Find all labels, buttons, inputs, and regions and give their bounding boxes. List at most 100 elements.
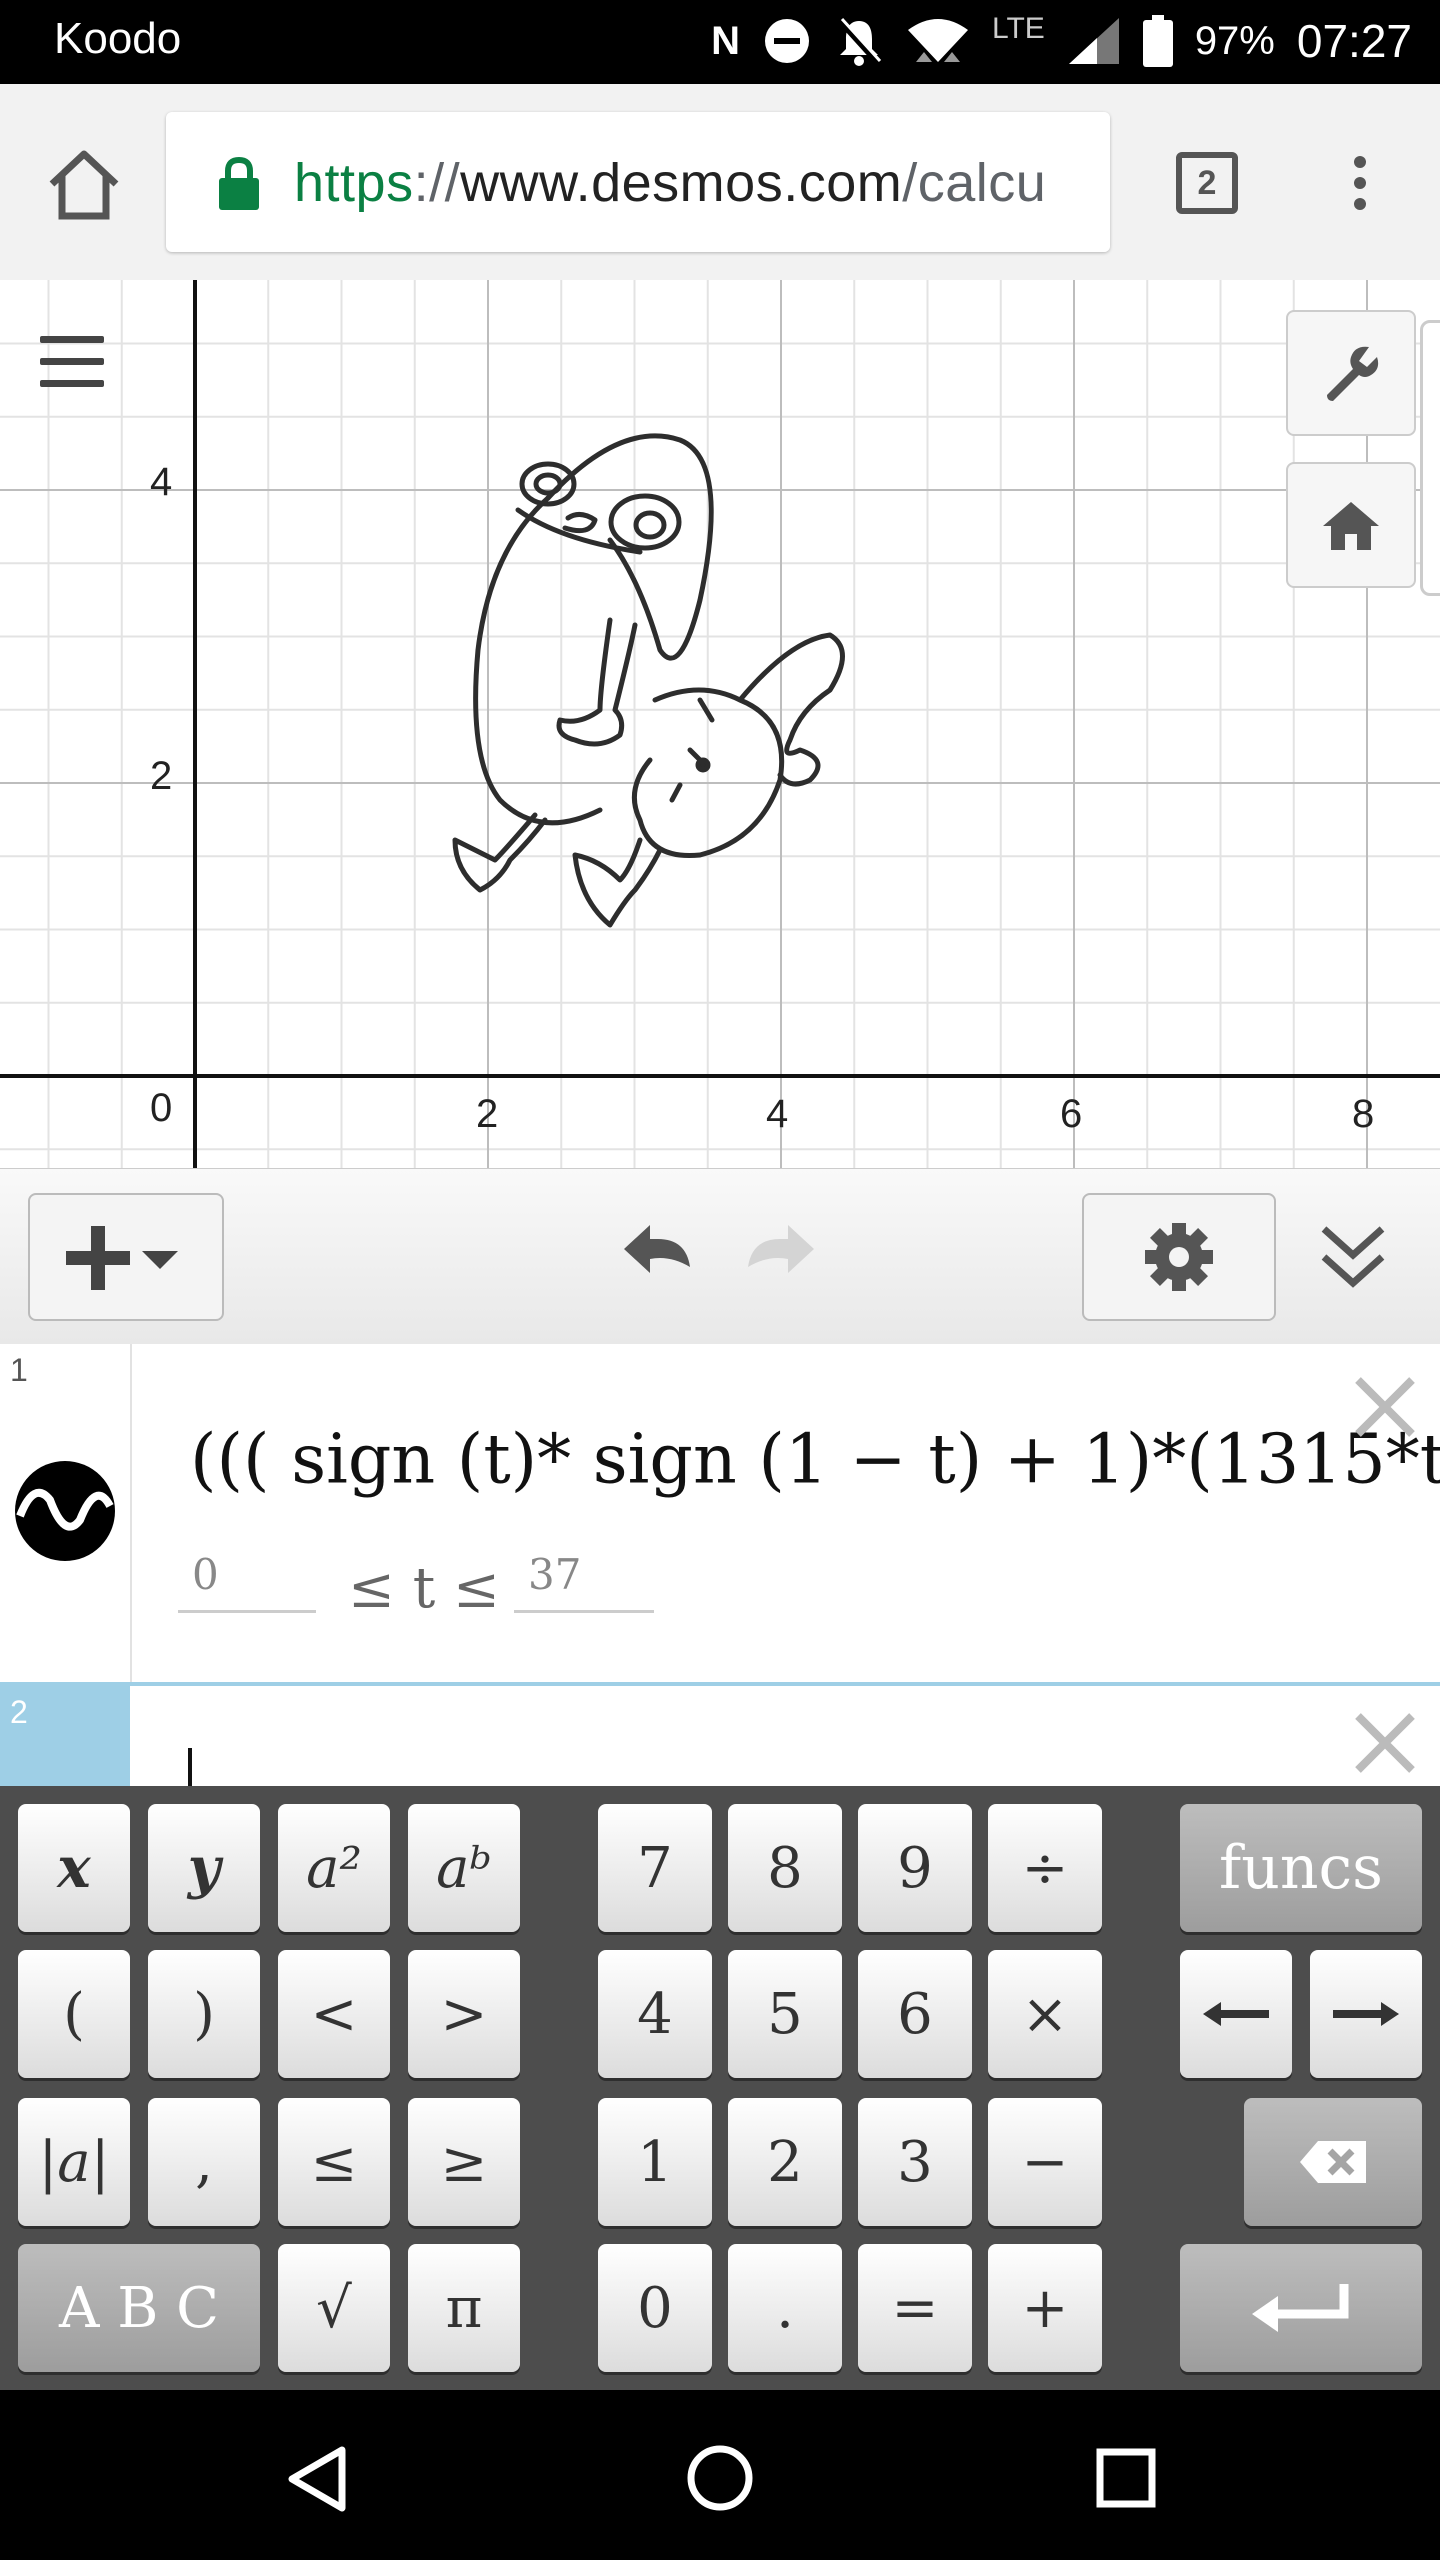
x-tick-label: 6: [1060, 1092, 1083, 1136]
key-less-than[interactable]: <: [278, 1950, 390, 2078]
t-max-value: 37: [528, 1550, 582, 1599]
address-bar[interactable]: https://www.desmos.com/calcu: [166, 112, 1110, 252]
url-path: /calcu: [902, 153, 1047, 213]
key-abs[interactable]: |a|: [18, 2098, 130, 2226]
graph-settings-button[interactable]: [1286, 310, 1416, 436]
home-icon[interactable]: [44, 144, 124, 224]
android-nav-bar: [0, 2390, 1440, 2560]
key-comma[interactable]: ,: [148, 2098, 260, 2226]
t-min-field[interactable]: 0: [178, 1550, 316, 1613]
key-left-arrow[interactable]: [1180, 1950, 1292, 2078]
key-6[interactable]: 6: [858, 1950, 972, 2078]
expression-list: 1 ((( sign (t)* sign (1 − t) + 1)*(1315*…: [0, 1344, 1440, 1790]
key-close-paren[interactable]: ): [148, 1950, 260, 2078]
parametric-curve-icon[interactable]: [14, 1460, 116, 1562]
t-range-label: ≤ t ≤: [348, 1556, 500, 1621]
key-x[interactable]: x: [18, 1804, 130, 1932]
add-item-button[interactable]: [28, 1193, 224, 1321]
expression-gutter: 2: [0, 1686, 130, 1790]
recents-icon[interactable]: [1096, 2448, 1156, 2508]
t-max-field[interactable]: 37: [514, 1550, 654, 1613]
key-2[interactable]: 2: [728, 2098, 842, 2226]
key-sqrt[interactable]: √: [278, 2244, 390, 2372]
expression-text: ((( sign (t)* sign (1 − t) + 1)*(1315*t: [190, 1420, 1440, 1500]
arrow-right-icon: [1333, 2002, 1399, 2026]
key-9[interactable]: 9: [858, 1804, 972, 1932]
enter-icon: [1252, 2284, 1349, 2332]
undo-icon[interactable]: [620, 1217, 700, 1297]
tab-switcher-button[interactable]: 2: [1176, 152, 1238, 214]
url-fade: [1050, 112, 1110, 252]
expression-toolbar: [0, 1168, 1440, 1346]
key-squared[interactable]: a²: [278, 1804, 390, 1932]
y-tick-label: 2: [150, 754, 173, 798]
key-0[interactable]: 0: [598, 2244, 712, 2372]
settings-button[interactable]: [1082, 1193, 1276, 1321]
key-right-arrow[interactable]: [1310, 1950, 1422, 2078]
expression-index: 1: [10, 1352, 28, 1388]
browser-toolbar: https://www.desmos.com/calcu 2: [0, 84, 1440, 281]
home-nav-icon[interactable]: [686, 2444, 754, 2512]
clock: 07:27: [1296, 15, 1412, 67]
collapse-list-icon[interactable]: [1318, 1219, 1388, 1295]
close-icon: [1355, 1713, 1415, 1773]
url-text: https://www.desmos.com/calcu: [294, 152, 1046, 214]
delete-expression-button[interactable]: [1350, 1372, 1420, 1442]
key-multiply[interactable]: ×: [988, 1950, 1102, 2078]
key-pi[interactable]: π: [408, 2244, 520, 2372]
battery-percent: 97%: [1194, 18, 1275, 63]
key-decimal[interactable]: .: [728, 2244, 842, 2372]
url-scheme: https: [294, 153, 414, 213]
x-tick-label: 0: [150, 1086, 173, 1130]
back-icon[interactable]: [286, 2446, 348, 2512]
home-icon: [1323, 502, 1379, 550]
network-type-label: LTE: [992, 12, 1045, 45]
expression-item[interactable]: 1 ((( sign (t)* sign (1 − t) + 1)*(1315*…: [0, 1344, 1440, 1683]
t-min-value: 0: [192, 1550, 219, 1599]
key-abc[interactable]: A B C: [18, 2244, 260, 2372]
expression-math[interactable]: ((( sign (t)* sign (1 − t) + 1)*(1315*t3: [190, 1420, 1440, 1500]
key-1[interactable]: 1: [598, 2098, 712, 2226]
expression-gutter: 1: [0, 1344, 132, 1682]
key-plus[interactable]: +: [988, 2244, 1102, 2372]
delete-expression-button[interactable]: [1350, 1708, 1420, 1778]
key-power[interactable]: aᵇ: [408, 1804, 520, 1932]
y-tick-label: 4: [150, 460, 173, 504]
battery-icon: [1142, 15, 1173, 67]
key-minus[interactable]: −: [988, 2098, 1102, 2226]
nfc-icon: N: [711, 18, 741, 63]
wrench-icon: [1327, 346, 1379, 401]
key-funcs[interactable]: funcs: [1180, 1804, 1422, 1932]
plus-dropdown-icon: [66, 1226, 178, 1290]
key-3[interactable]: 3: [858, 2098, 972, 2226]
key-open-paren[interactable]: (: [18, 1950, 130, 2078]
browser-menu-icon[interactable]: [1340, 152, 1380, 222]
key-greater-equal[interactable]: ≥: [408, 2098, 520, 2226]
status-bar: Koodo N LTE 97% 07:27: [0, 0, 1440, 84]
url-host: www.desmos.com: [460, 153, 903, 213]
text-cursor: [188, 1748, 192, 1788]
expression-item-active[interactable]: 2: [0, 1682, 1440, 1790]
redo-icon[interactable]: [738, 1217, 818, 1297]
key-4[interactable]: 4: [598, 1950, 712, 2078]
lock-icon: [219, 156, 259, 210]
key-greater-than[interactable]: >: [408, 1950, 520, 2078]
graph-canvas[interactable]: [0, 280, 1440, 1168]
reset-view-button[interactable]: [1286, 462, 1416, 588]
key-equals[interactable]: =: [858, 2244, 972, 2372]
key-divide[interactable]: ÷: [988, 1804, 1102, 1932]
expression-list-menu-icon[interactable]: [40, 336, 104, 388]
doodle-curve: [452, 433, 845, 928]
url-separator: ://: [413, 153, 461, 213]
key-y[interactable]: y: [148, 1804, 260, 1932]
key-backspace[interactable]: [1244, 2098, 1422, 2226]
math-keypad: x y a² aᵇ ( ) < > |a| , ≤ ≥ A B C √ π 7 …: [0, 1786, 1440, 2390]
key-8[interactable]: 8: [728, 1804, 842, 1932]
key-7[interactable]: 7: [598, 1804, 712, 1932]
backspace-icon: [1300, 2141, 1366, 2183]
graph-paper[interactable]: 0 2 4 6 8 2 4: [0, 280, 1440, 1168]
key-less-equal[interactable]: ≤: [278, 2098, 390, 2226]
mute-bell-icon: [837, 17, 882, 66]
key-5[interactable]: 5: [728, 1950, 842, 2078]
key-enter[interactable]: [1180, 2244, 1422, 2372]
